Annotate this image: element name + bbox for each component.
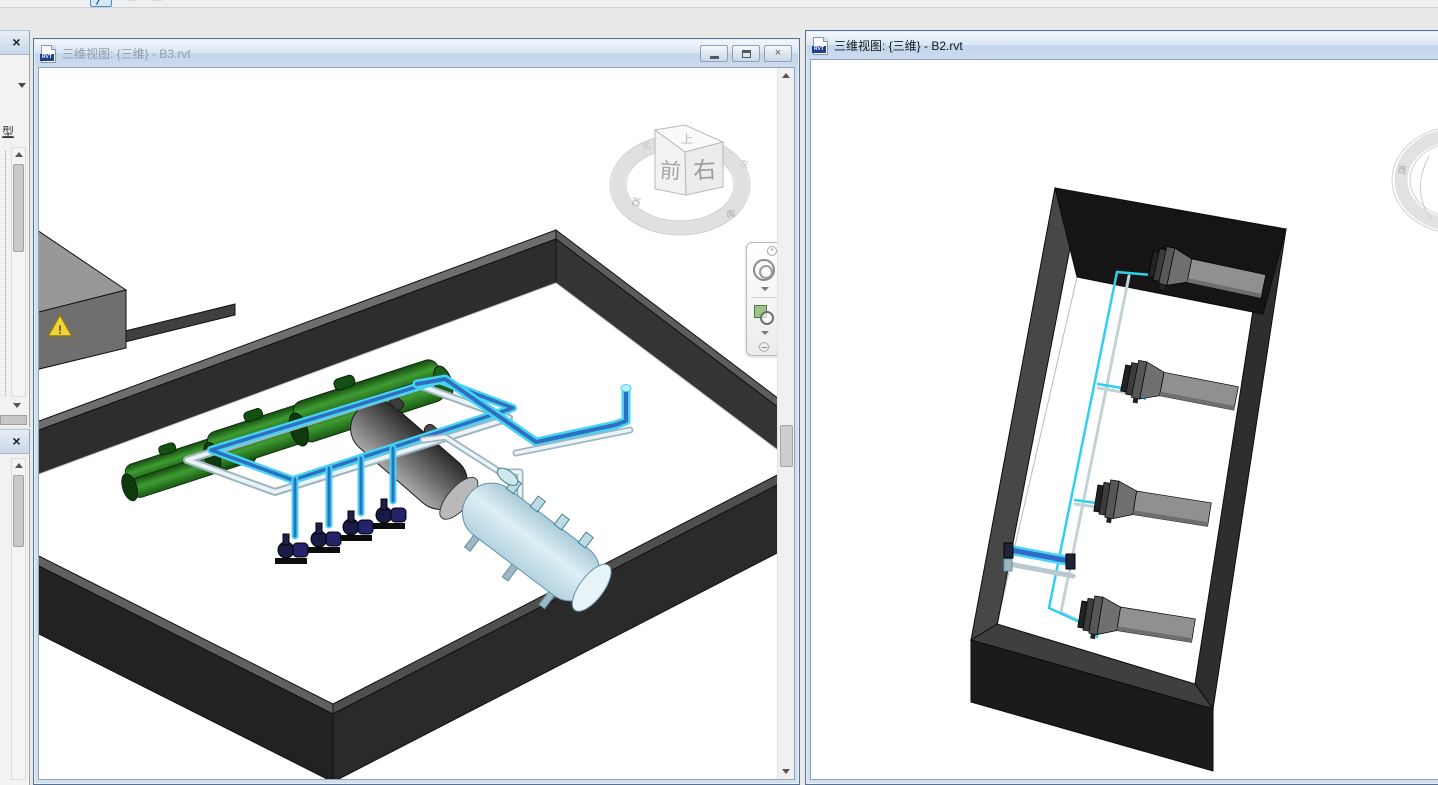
window-b2-title: 三维视图: {三维} - B2.rvt bbox=[834, 37, 963, 54]
restore-button[interactable] bbox=[732, 45, 760, 62]
steering-wheel-icon[interactable] bbox=[753, 259, 775, 281]
rvt-file-icon: RVT bbox=[813, 37, 828, 55]
scroll-down-icon[interactable] bbox=[778, 763, 795, 779]
property-rows-grid bbox=[5, 151, 6, 396]
compass-west-label[interactable]: 西 bbox=[631, 196, 642, 208]
thin-lines-icon[interactable]: ╱ bbox=[90, 0, 112, 7]
close-inactive-windows-icon[interactable]: ⊠ bbox=[121, 0, 143, 7]
scrollbar-thumb[interactable] bbox=[13, 475, 24, 547]
text-tool-icon[interactable]: A bbox=[4, 0, 26, 7]
navbar-collapse-icon[interactable] bbox=[759, 342, 769, 352]
top-toolbar-strip: A ● + ╱ ⊠ ⊞ bbox=[0, 0, 1438, 8]
switch-windows-icon[interactable]: ⊞ bbox=[146, 0, 168, 7]
svg-text:右: 右 bbox=[692, 156, 716, 183]
navbar-divider bbox=[751, 297, 776, 298]
close-button[interactable]: × bbox=[764, 45, 792, 62]
zoom-options-chevron-icon[interactable] bbox=[761, 331, 769, 335]
minimize-button[interactable] bbox=[700, 45, 728, 62]
close-icon[interactable]: × bbox=[8, 433, 25, 450]
window-b3: RVT 三维视图: {三维} - B3.rvt × bbox=[33, 38, 800, 785]
render-icon[interactable]: ● bbox=[34, 0, 56, 7]
scroll-down-icon[interactable] bbox=[13, 403, 21, 408]
navbar-close-icon[interactable]: × bbox=[767, 246, 777, 256]
window-b2-viewport: 西 bbox=[810, 59, 1438, 780]
scroll-up-icon[interactable] bbox=[778, 68, 795, 84]
scrollbar-thumb[interactable] bbox=[13, 164, 24, 252]
window-b3-viewport: ! bbox=[38, 67, 795, 780]
properties-scrollbar[interactable] bbox=[11, 147, 26, 397]
move-icon[interactable]: + bbox=[68, 0, 90, 7]
viewcube-compass-fragment[interactable]: 西 bbox=[1392, 126, 1438, 234]
properties-palette-sliver: × 型 bbox=[0, 30, 30, 427]
wheel-options-chevron-icon[interactable] bbox=[761, 287, 769, 291]
window-b3-title: 三维视图: {三维} - B3.rvt bbox=[62, 45, 191, 62]
hscroll-thumb[interactable] bbox=[0, 415, 27, 425]
edit-type-link-fragment[interactable]: 型 bbox=[2, 123, 14, 140]
b2-3d-scene: 西 bbox=[811, 60, 1438, 780]
b3-vertical-scrollbar[interactable] bbox=[777, 68, 794, 779]
window-b3-titlebar[interactable]: RVT 三维视图: {三维} - B3.rvt × bbox=[35, 40, 798, 67]
properties-palette-titlebar[interactable]: × bbox=[0, 31, 29, 55]
b3-3d-scene: ! bbox=[39, 68, 781, 780]
zoom-region-icon[interactable] bbox=[754, 305, 767, 318]
close-icon[interactable]: × bbox=[8, 34, 25, 51]
window-b2-titlebar[interactable]: RVT 三维视图: {三维} - B2.rvt bbox=[807, 32, 1438, 59]
room-walls[interactable] bbox=[39, 226, 781, 780]
svg-text:!: ! bbox=[58, 323, 62, 337]
svg-text:前: 前 bbox=[659, 159, 682, 183]
mdi-area: × 型 × RVT 三维视图: {三维} - B3.rvt bbox=[0, 8, 1438, 785]
navigation-bar: × bbox=[746, 242, 781, 356]
window-b2: RVT 三维视图: {三维} - B2.rvt 西 bbox=[805, 30, 1438, 785]
browser-scrollbar[interactable] bbox=[11, 458, 26, 780]
svg-text:上: 上 bbox=[681, 132, 693, 146]
viewcube[interactable]: 西 南 北 东 上 前 右 bbox=[610, 125, 750, 235]
project-browser-titlebar[interactable]: × bbox=[0, 430, 29, 454]
scrollbar-thumb[interactable] bbox=[780, 425, 793, 467]
project-browser-palette-sliver: × bbox=[0, 429, 30, 785]
type-selector-chevron-down-icon[interactable] bbox=[18, 83, 26, 88]
rvt-file-icon: RVT bbox=[41, 45, 56, 63]
